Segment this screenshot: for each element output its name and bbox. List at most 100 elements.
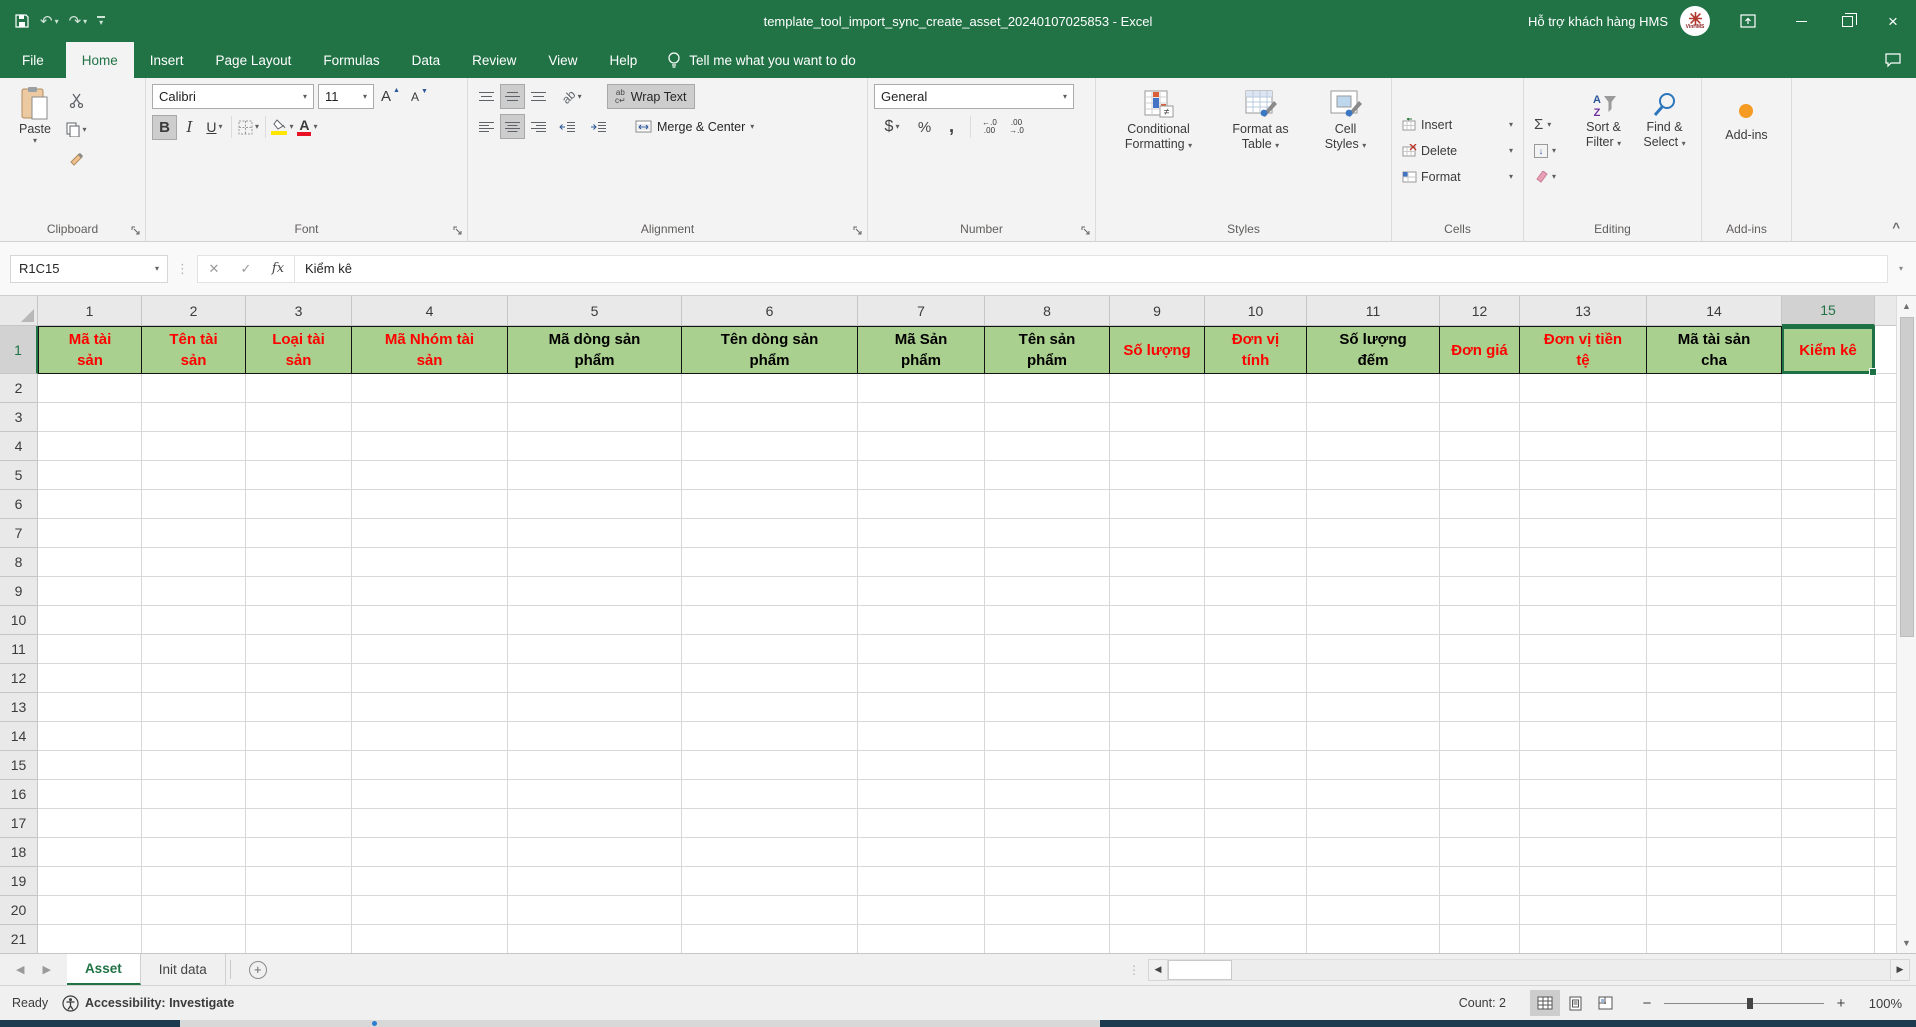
cell-R3C2[interactable] — [142, 403, 246, 432]
cell-R11C10[interactable] — [1205, 635, 1307, 664]
cell-R6C14[interactable] — [1647, 490, 1782, 519]
cell-R21C12[interactable] — [1440, 925, 1520, 953]
cell-R21C10[interactable] — [1205, 925, 1307, 953]
cell-R12C2[interactable] — [142, 664, 246, 693]
cell-R1C10[interactable]: Đơn vị tính — [1205, 326, 1307, 374]
row-header-11[interactable]: 11 — [0, 635, 38, 664]
cell-R2C5[interactable] — [508, 374, 682, 403]
row-header-3[interactable]: 3 — [0, 403, 38, 432]
cell-R12C12[interactable] — [1440, 664, 1520, 693]
cell-R13C6[interactable] — [682, 693, 858, 722]
find-select-button[interactable]: Find & Select ▾ — [1634, 84, 1695, 217]
cell-R14C11[interactable] — [1307, 722, 1440, 751]
cell-R7C15[interactable] — [1782, 519, 1875, 548]
cell-R18C2[interactable] — [142, 838, 246, 867]
cell-R13C8[interactable] — [985, 693, 1110, 722]
restore-button[interactable] — [1824, 0, 1870, 42]
scroll-up-icon[interactable]: ▲ — [1897, 296, 1916, 316]
cell-R6C15[interactable] — [1782, 490, 1875, 519]
cell-R6C12[interactable] — [1440, 490, 1520, 519]
cell-R11C2[interactable] — [142, 635, 246, 664]
cell-R16C10[interactable] — [1205, 780, 1307, 809]
cell-R19C2[interactable] — [142, 867, 246, 896]
cell-R21C7[interactable] — [858, 925, 985, 953]
cell-R16C2[interactable] — [142, 780, 246, 809]
cell-R18C14[interactable] — [1647, 838, 1782, 867]
row-header-16[interactable]: 16 — [0, 780, 38, 809]
cell-R5C5[interactable] — [508, 461, 682, 490]
cell-R8C6[interactable] — [682, 548, 858, 577]
zoom-out-icon[interactable]: − — [1640, 995, 1654, 1012]
account-name[interactable]: Hỗ trợ khách hàng HMS — [1528, 14, 1668, 29]
format-as-table-button[interactable]: Format as Table ▾ — [1215, 84, 1307, 217]
page-break-view-button[interactable] — [1590, 990, 1620, 1016]
cell-R11C1[interactable] — [38, 635, 142, 664]
cell-R20C4[interactable] — [352, 896, 508, 925]
cell-R17C2[interactable] — [142, 809, 246, 838]
cell-R11C13[interactable] — [1520, 635, 1647, 664]
cell-R11C9[interactable] — [1110, 635, 1205, 664]
cell-R21C6[interactable] — [682, 925, 858, 953]
cell-R8C13[interactable] — [1520, 548, 1647, 577]
cell-R9C6[interactable] — [682, 577, 858, 606]
cell-R18C10[interactable] — [1205, 838, 1307, 867]
column-header-6[interactable]: 6 — [682, 296, 858, 326]
cell-R19C14[interactable] — [1647, 867, 1782, 896]
cell-R14C12[interactable] — [1440, 722, 1520, 751]
cell-R18C11[interactable] — [1307, 838, 1440, 867]
cell-R2C8[interactable] — [985, 374, 1110, 403]
cell-R18C8[interactable] — [985, 838, 1110, 867]
tab-page-layout[interactable]: Page Layout — [200, 42, 308, 78]
cell-R7C10[interactable] — [1205, 519, 1307, 548]
cell-R19C9[interactable] — [1110, 867, 1205, 896]
avatar[interactable]: VinHMS — [1680, 6, 1710, 36]
cell-R9C5[interactable] — [508, 577, 682, 606]
cell-R6C10[interactable] — [1205, 490, 1307, 519]
cell-R5C7[interactable] — [858, 461, 985, 490]
undo-button[interactable]: ↶▾ — [40, 12, 59, 30]
row-header-8[interactable]: 8 — [0, 548, 38, 577]
cell-R3C13[interactable] — [1520, 403, 1647, 432]
tab-formulas[interactable]: Formulas — [307, 42, 395, 78]
cell-R8C1[interactable] — [38, 548, 142, 577]
cell-R7C8[interactable] — [985, 519, 1110, 548]
cell-R6C5[interactable] — [508, 490, 682, 519]
cell-R20C5[interactable] — [508, 896, 682, 925]
column-header-11[interactable]: 11 — [1307, 296, 1440, 326]
cell-R15C8[interactable] — [985, 751, 1110, 780]
decrease-font-icon[interactable]: A▼ — [407, 84, 432, 109]
cell-R5C12[interactable] — [1440, 461, 1520, 490]
cell-R11C12[interactable] — [1440, 635, 1520, 664]
scroll-down-icon[interactable]: ▼ — [1897, 933, 1916, 953]
cell-R3C4[interactable] — [352, 403, 508, 432]
column-header-4[interactable]: 4 — [352, 296, 508, 326]
cell-R2C13[interactable] — [1520, 374, 1647, 403]
cell-R20C14[interactable] — [1647, 896, 1782, 925]
tab-data[interactable]: Data — [396, 42, 457, 78]
cell-R13C13[interactable] — [1520, 693, 1647, 722]
delete-cells-button[interactable]: Delete▾ — [1398, 138, 1517, 164]
cell-R14C10[interactable] — [1205, 722, 1307, 751]
cell-R1C13[interactable]: Đơn vị tiền tệ — [1520, 326, 1647, 374]
cell-R5C11[interactable] — [1307, 461, 1440, 490]
cell-R2C11[interactable] — [1307, 374, 1440, 403]
zoom-level[interactable]: 100% — [1860, 996, 1916, 1011]
cell-R13C1[interactable] — [38, 693, 142, 722]
cell-R15C7[interactable] — [858, 751, 985, 780]
accounting-format-button[interactable]: $▾ — [874, 115, 910, 140]
cell-R15C13[interactable] — [1520, 751, 1647, 780]
sheet-nav-prev-icon[interactable]: ◀ — [16, 963, 24, 976]
cell-R20C9[interactable] — [1110, 896, 1205, 925]
cell-R2C6[interactable] — [682, 374, 858, 403]
cell-R18C3[interactable] — [246, 838, 352, 867]
cell-R7C2[interactable] — [142, 519, 246, 548]
cell-R8C10[interactable] — [1205, 548, 1307, 577]
sort-filter-button[interactable]: AZ Sort & Filter ▾ — [1573, 84, 1634, 217]
cell-R5C15[interactable] — [1782, 461, 1875, 490]
top-align-button[interactable] — [474, 84, 499, 109]
cell-R21C8[interactable] — [985, 925, 1110, 953]
cell-R17C8[interactable] — [985, 809, 1110, 838]
cell-R7C5[interactable] — [508, 519, 682, 548]
cell-R3C12[interactable] — [1440, 403, 1520, 432]
cell-R21C11[interactable] — [1307, 925, 1440, 953]
